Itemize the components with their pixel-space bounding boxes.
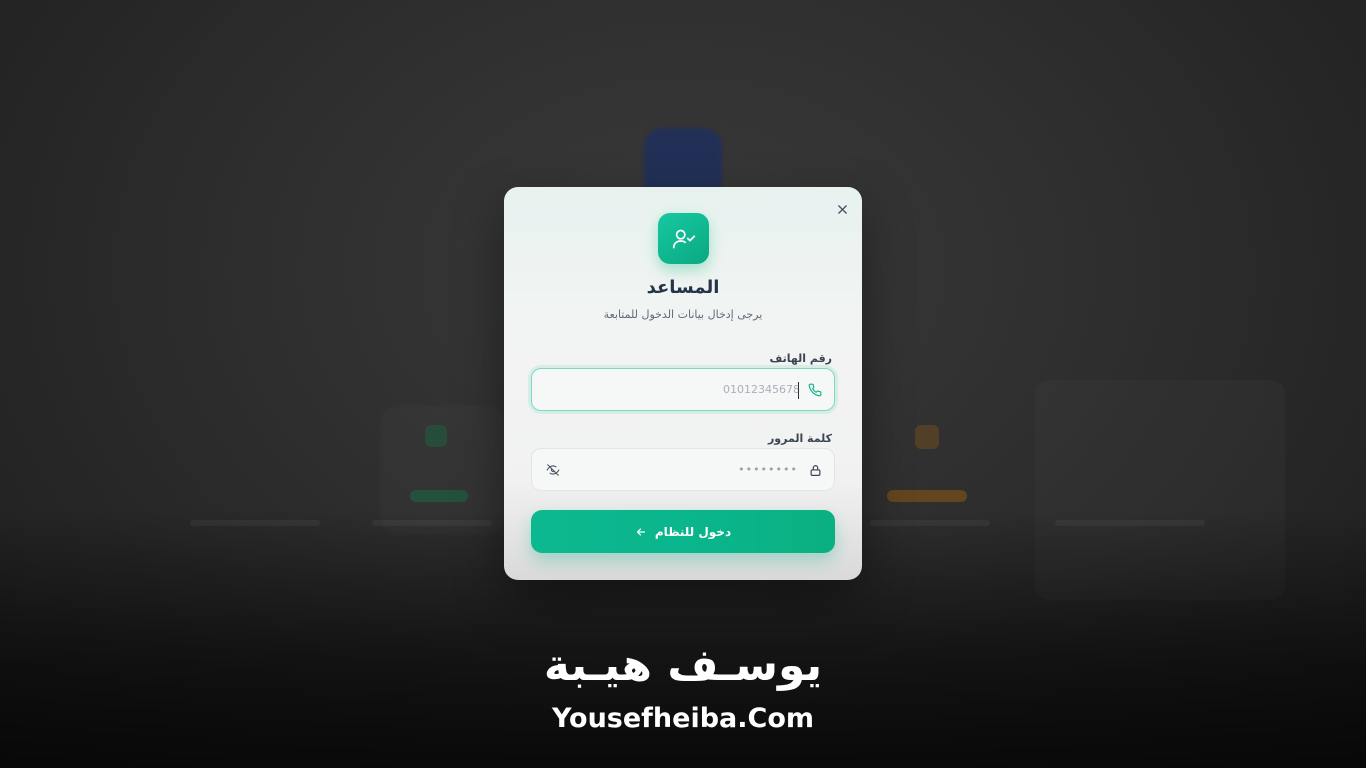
phone-field[interactable] (531, 368, 835, 411)
modal-title: المساعد (646, 277, 720, 298)
phone-label: رقم الهاتف (769, 352, 832, 365)
password-field[interactable]: •••••••• (531, 448, 835, 491)
login-modal: المساعد يرجى إدخال بيانات الدخول للمتابع… (504, 187, 862, 580)
close-icon (837, 204, 847, 214)
background-green-pill (410, 490, 468, 502)
arrow-left-icon (636, 527, 645, 536)
password-label: كلمة المرور (767, 432, 832, 445)
login-submit-button[interactable]: دخول للنظام (531, 510, 835, 553)
text-caret (798, 382, 799, 399)
watermark-latin: Yousefheiba.Com (551, 703, 815, 734)
background-orange-pill (887, 490, 967, 502)
brand-badge (658, 213, 709, 264)
user-check-icon (672, 229, 695, 249)
watermark-arabic: يوسـف هيـبة (543, 640, 823, 691)
background-orange-badge (915, 425, 939, 449)
modal-subtitle: يرجى إدخال بيانات الدخول للمتابعة (603, 308, 763, 321)
password-input[interactable]: •••••••• (738, 463, 798, 476)
eye-off-icon (546, 464, 560, 476)
close-button[interactable] (832, 199, 852, 219)
lock-icon (807, 462, 823, 478)
phone-icon (807, 382, 823, 398)
toggle-password-visibility[interactable] (545, 462, 561, 478)
phone-input[interactable] (560, 369, 800, 410)
login-submit-label: دخول للنظام (654, 524, 732, 539)
background-green-badge (425, 425, 447, 447)
